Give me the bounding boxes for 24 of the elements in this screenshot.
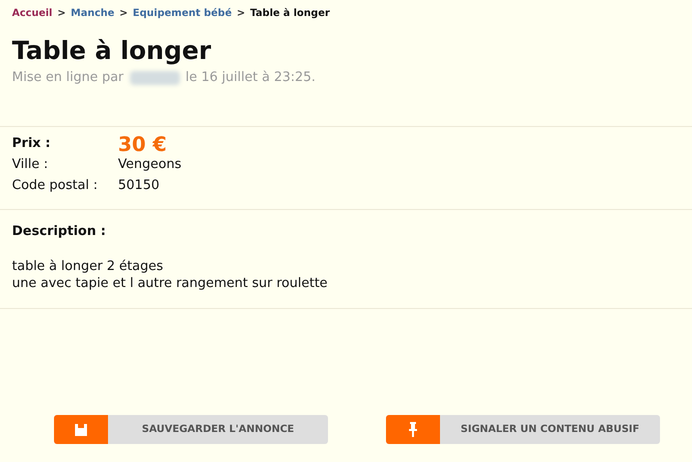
- detail-label: Ville :: [12, 156, 49, 174]
- detail-value: Vengeons: [118, 156, 182, 174]
- breadcrumb-separator: >: [236, 7, 246, 21]
- floppy-icon: [74, 422, 88, 436]
- breadcrumb-link[interactable]: Equipement bébé: [132, 6, 232, 21]
- breadcrumb-link[interactable]: Manche: [70, 6, 114, 21]
- detail-label: Code postal :: [12, 177, 99, 196]
- description-line: une avec tapie et l autre rangement sur roulette: [12, 275, 329, 292]
- description-heading: Description :: [12, 222, 107, 240]
- breadcrumb-separator: >: [119, 7, 128, 21]
- detail-label: Prix :: [12, 135, 52, 154]
- posted-date-text: le 16 juillet à 23:25.: [186, 69, 316, 87]
- action-button[interactable]: SIGNALER UN CONTENU ABUSIF: [386, 415, 660, 444]
- description-line: table à longer 2 étages: [12, 258, 164, 275]
- action-button[interactable]: SAUVEGARDER L'ANNONCE: [54, 415, 328, 444]
- detail-value: 50150: [118, 177, 160, 196]
- breadcrumb-link[interactable]: Table à longer: [250, 6, 330, 21]
- blurred-username: [130, 70, 180, 85]
- posted-by-text: Mise en ligne par: [12, 69, 124, 87]
- page-title: Table à longer: [11, 36, 212, 66]
- breadcrumb-separator: >: [57, 7, 66, 21]
- breadcrumb-link[interactable]: Accueil: [12, 6, 52, 21]
- pin-icon: [409, 422, 417, 437]
- price-value: 30 €: [118, 132, 167, 156]
